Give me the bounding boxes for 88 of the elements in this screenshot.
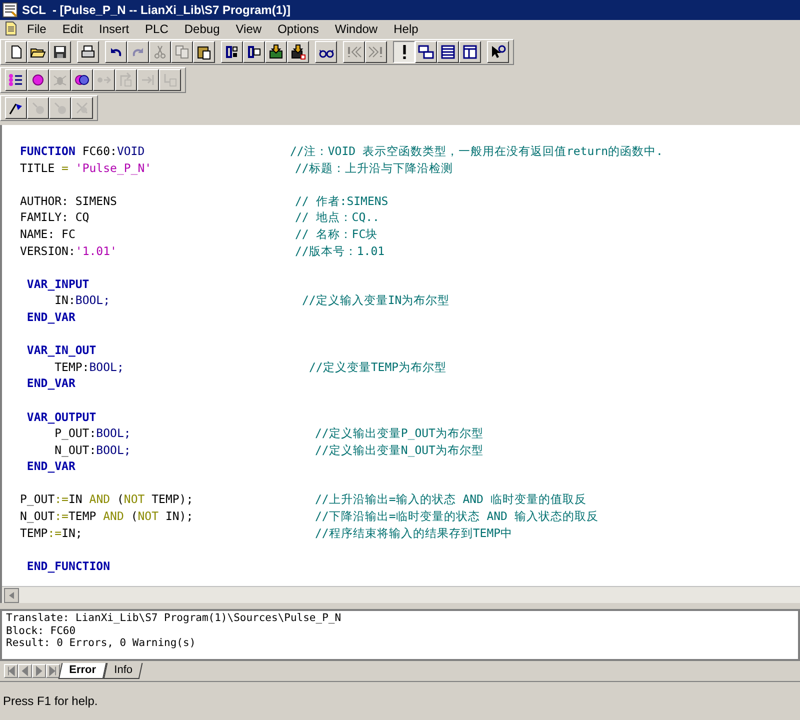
code-editor[interactable] — [0, 125, 800, 603]
code-line: TITLE = 'Pulse_P_N' — [20, 160, 152, 176]
document-icon — [4, 21, 18, 36]
breakpoint-icon — [30, 72, 46, 88]
download-icon — [268, 44, 284, 60]
toolbar-button[interactable] — [393, 41, 415, 63]
tile-vertical-icon — [462, 44, 478, 60]
code-line: VAR_IN_OUT — [26, 342, 96, 359]
code-line: N_OUT:=TEMP AND (NOT IN); — [20, 508, 194, 525]
code-line: END_FUNCTION — [26, 558, 110, 574]
disk-arrow-icon — [30, 100, 46, 116]
scissors-icon — [152, 44, 168, 60]
tile-horizontal-icon — [440, 44, 456, 60]
scroll-left-button[interactable] — [4, 588, 19, 602]
code-line: AUTHOR: SIMENS — [20, 192, 117, 210]
code-comment: //定义输出变量N_OUT为布尔型 — [315, 442, 484, 458]
output-line: Translate: LianXi_Lib\S7 Program(1)\Sources\Pulse_P_N — [6, 612, 342, 624]
cascade-windows-icon — [418, 44, 434, 60]
run-to-cursor-icon — [162, 72, 178, 88]
code-comment: // 作者:SIMENS — [295, 192, 388, 210]
code-line: VERSION:'1.01' — [20, 242, 117, 260]
tab-scroll-button[interactable] — [32, 664, 46, 678]
code-comment: //下降沿输出=临时变量的状态 AND 输入状态的取反 — [315, 508, 598, 525]
code-comment: // 名称：FC块 — [295, 226, 378, 243]
list-icon — [8, 72, 24, 88]
code-comment: //程序结束将输入的结果存到TEMP中 — [315, 524, 513, 542]
code-line: END_VAR — [26, 308, 76, 326]
exclamation-icon — [402, 45, 406, 59]
code-comment: //定义变量TEMP为布尔型 — [309, 358, 447, 376]
tab-scroll-button[interactable] — [18, 664, 32, 678]
code-line: NAME: FC — [20, 226, 76, 243]
arrow-icon — [47, 665, 59, 677]
status-text: Press F1 for help. — [3, 693, 98, 710]
code-line: TEMP:=IN; — [20, 524, 82, 542]
code-comment: //标题：上升沿与下降沿检测 — [295, 160, 453, 176]
app-icon — [2, 2, 18, 18]
output-line: Block: FC60 — [6, 624, 77, 637]
horizontal-scrollbar[interactable] — [2, 586, 800, 603]
code-comment: // 地点：CQ.. — [295, 209, 380, 226]
tab-scroll-button[interactable] — [4, 664, 18, 678]
previous-error-icon — [346, 44, 362, 60]
code-line: END_VAR — [26, 375, 76, 392]
arrow-icon — [33, 665, 45, 677]
next-error-icon — [368, 44, 384, 60]
double-circle-icon — [74, 72, 90, 88]
code-comment: //版本号：1.01 — [295, 242, 385, 260]
output-line: Result: 0 Errors, 0 Warning(s) — [6, 637, 197, 650]
code-line: END_VAR — [26, 458, 76, 475]
compile-icon — [224, 44, 240, 60]
code-comment: //上升沿输出=输入的状态 AND 临时变量的值取反 — [315, 491, 586, 508]
code-line: IN:BOOL; — [54, 292, 110, 309]
tab-scroll-button[interactable] — [46, 664, 60, 678]
step-over-icon — [118, 72, 134, 88]
code-comment: //定义输出变量P_OUT为布尔型 — [315, 425, 484, 442]
output-tab[interactable]: Error — [58, 663, 107, 679]
menu-item[interactable]: Debug — [177, 20, 227, 38]
code-line: VAR_INPUT — [26, 276, 90, 292]
left-arrow-icon — [9, 592, 14, 598]
arrow-icon — [5, 665, 17, 677]
output-tab[interactable]: Info — [103, 663, 143, 679]
code-comment: //注：VOID 表示空函数类型，一般用在没有返回值return的函数中. — [290, 143, 663, 160]
clipboard-icon — [196, 44, 212, 60]
disk-arrow-icon — [52, 100, 68, 116]
code-line: P_OUT:=IN AND (NOT TEMP); — [20, 491, 194, 508]
code-line: TEMP:BOOL; — [54, 358, 124, 376]
code-line: VAR_OUTPUT — [26, 408, 96, 426]
printer-icon — [80, 44, 96, 60]
menu-item[interactable]: Options — [270, 20, 326, 38]
menu-item[interactable]: View — [228, 20, 269, 38]
menu-item[interactable]: Window — [328, 20, 385, 38]
code-line: P_OUT:BOOL; — [54, 425, 131, 442]
code-line: N_OUT:BOOL; — [54, 442, 131, 458]
window-title: SCL - [Pulse_P_N -- LianXi_Lib\S7 Program(1)] — [22, 2, 290, 19]
menu-item[interactable]: Help — [386, 20, 426, 38]
blocks-icon — [246, 44, 262, 60]
code-line: FAMILY: CQ — [20, 209, 90, 226]
menu-item[interactable]: Insert — [92, 20, 136, 38]
arrow-icon — [19, 665, 31, 677]
help-pointer-icon — [490, 44, 506, 60]
copy-icon — [174, 44, 190, 60]
menu-item[interactable]: Edit — [55, 20, 90, 38]
code-comment: //定义输入变量IN为布尔型 — [302, 292, 450, 309]
step-out-icon — [140, 72, 156, 88]
code-line: FUNCTION FC60:VOID — [20, 143, 145, 160]
crossed-disk-icon — [74, 100, 90, 116]
menu-item[interactable]: PLC — [138, 20, 176, 38]
download-icon — [290, 44, 306, 60]
menu-item[interactable]: File — [20, 20, 54, 38]
